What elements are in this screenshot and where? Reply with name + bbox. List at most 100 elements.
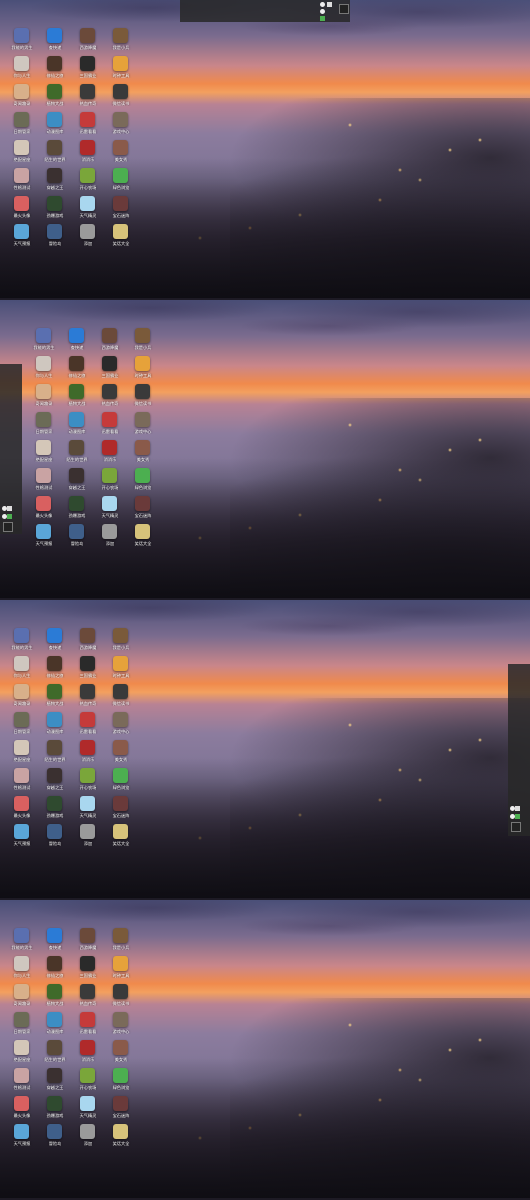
app-icon[interactable]: 绝配星座 bbox=[8, 1040, 36, 1068]
app-icon[interactable]: 陌生的世界 bbox=[41, 740, 69, 768]
app-icon[interactable]: 我是小兵 bbox=[107, 628, 135, 656]
app-icon[interactable]: 游戏中心 bbox=[107, 712, 135, 740]
app-icon[interactable]: 迅雷看看 bbox=[74, 712, 102, 740]
app-icon[interactable]: 开心农场 bbox=[74, 1068, 102, 1096]
launcher-dock[interactable] bbox=[0, 364, 22, 534]
app-icon[interactable]: 天气精灵 bbox=[74, 796, 102, 824]
app-icon[interactable]: 查快递 bbox=[63, 328, 91, 356]
app-icon[interactable]: 美女秀 bbox=[107, 1040, 135, 1068]
page-indicator[interactable] bbox=[320, 16, 325, 23]
app-icon[interactable]: 最火头像 bbox=[8, 196, 36, 224]
app-icon[interactable]: 添加 bbox=[74, 224, 102, 252]
app-icon[interactable]: 天气精灵 bbox=[96, 496, 124, 524]
app-icon[interactable]: 我是小兵 bbox=[129, 328, 157, 356]
app-icon[interactable]: 笑话大全 bbox=[107, 1124, 135, 1152]
cube-icon[interactable] bbox=[511, 822, 521, 832]
app-icon[interactable]: 修仙之旅 bbox=[63, 356, 91, 384]
app-icon[interactable]: 游戏中心 bbox=[107, 1012, 135, 1040]
app-icon[interactable]: 奇闻趣录 bbox=[8, 684, 36, 712]
launcher-dock[interactable] bbox=[508, 664, 530, 836]
app-icon[interactable]: 天气预报 bbox=[8, 1124, 36, 1152]
app-icon[interactable]: 微信读书 bbox=[107, 684, 135, 712]
app-icon[interactable]: 宝石迷阵 bbox=[129, 496, 157, 524]
app-icon[interactable]: 天气预报 bbox=[8, 824, 36, 852]
grid-icon[interactable] bbox=[7, 506, 12, 511]
app-icon[interactable]: 消消乐 bbox=[74, 740, 102, 768]
app-icon[interactable]: 西游降魔 bbox=[74, 928, 102, 956]
app-icon[interactable]: 我能的男生 bbox=[8, 628, 36, 656]
launcher-dock[interactable] bbox=[180, 0, 350, 22]
settings-icon[interactable] bbox=[320, 2, 325, 7]
app-icon[interactable]: 微信读书 bbox=[107, 84, 135, 112]
app-icon[interactable]: 笑话大全 bbox=[107, 224, 135, 252]
app-icon[interactable]: 天气预报 bbox=[30, 524, 58, 552]
cube-icon[interactable] bbox=[339, 4, 349, 14]
app-icon[interactable]: 冒险岛 bbox=[41, 824, 69, 852]
app-icon[interactable]: 修仙之旅 bbox=[41, 56, 69, 84]
app-icon[interactable]: 绿色浏览 bbox=[129, 468, 157, 496]
app-icon[interactable]: 日期管家 bbox=[30, 412, 58, 440]
app-icon[interactable]: 你与人生 bbox=[8, 56, 36, 84]
app-icon[interactable]: 性格测试 bbox=[30, 468, 58, 496]
app-icon[interactable]: 陌生的世界 bbox=[41, 1040, 69, 1068]
app-icon[interactable]: 迅雷看看 bbox=[74, 112, 102, 140]
app-icon[interactable]: 修仙之旅 bbox=[41, 656, 69, 684]
app-icon[interactable]: 时钟工具 bbox=[107, 56, 135, 84]
app-icon[interactable]: 我是小兵 bbox=[107, 28, 135, 56]
app-icon[interactable]: 开心农场 bbox=[96, 468, 124, 496]
app-icon[interactable]: 游戏中心 bbox=[129, 412, 157, 440]
app-icon[interactable]: 劲爆游戏 bbox=[41, 796, 69, 824]
app-icon[interactable]: 查快递 bbox=[41, 28, 69, 56]
app-icon[interactable]: 奇闻趣录 bbox=[30, 384, 58, 412]
app-icon[interactable]: 西游降魔 bbox=[96, 328, 124, 356]
app-icon[interactable]: 宝石迷阵 bbox=[107, 796, 135, 824]
app-icon[interactable]: 冒险岛 bbox=[63, 524, 91, 552]
app-icon[interactable]: 天气精灵 bbox=[74, 1096, 102, 1124]
app-icon[interactable]: 微信读书 bbox=[129, 384, 157, 412]
search-icon[interactable] bbox=[320, 9, 325, 14]
app-icon[interactable]: 性格测试 bbox=[8, 168, 36, 196]
app-icon[interactable]: 劲爆游戏 bbox=[41, 196, 69, 224]
app-icon[interactable]: 植物大战 bbox=[63, 384, 91, 412]
app-icon[interactable]: 穿越之王 bbox=[41, 168, 69, 196]
app-icon[interactable]: 绿色浏览 bbox=[107, 1068, 135, 1096]
app-icon[interactable]: 穿越之王 bbox=[41, 1068, 69, 1096]
app-icon[interactable]: 热血传奇 bbox=[74, 684, 102, 712]
grid-icon[interactable] bbox=[326, 2, 332, 7]
app-icon[interactable]: 奇闻趣录 bbox=[8, 984, 36, 1012]
app-icon[interactable]: 美女秀 bbox=[107, 140, 135, 168]
app-icon[interactable]: 绝配星座 bbox=[8, 140, 36, 168]
app-icon[interactable]: 消消乐 bbox=[74, 140, 102, 168]
app-icon[interactable]: 性格测试 bbox=[8, 768, 36, 796]
app-icon[interactable]: 宝石迷阵 bbox=[107, 1096, 135, 1124]
app-icon[interactable]: 查快递 bbox=[41, 928, 69, 956]
app-icon[interactable]: 绝配星座 bbox=[8, 740, 36, 768]
app-icon[interactable]: 最火头像 bbox=[8, 796, 36, 824]
app-icon[interactable]: 你与人生 bbox=[8, 956, 36, 984]
app-icon[interactable]: 动漫图库 bbox=[63, 412, 91, 440]
app-icon[interactable]: 日期管家 bbox=[8, 1012, 36, 1040]
app-icon[interactable]: 消消乐 bbox=[74, 1040, 102, 1068]
app-icon[interactable]: 植物大战 bbox=[41, 984, 69, 1012]
app-icon[interactable]: 绿色浏览 bbox=[107, 168, 135, 196]
app-icon[interactable]: 我能的男生 bbox=[30, 328, 58, 356]
app-icon[interactable]: 笑话大全 bbox=[129, 524, 157, 552]
app-icon[interactable]: 热血传奇 bbox=[74, 984, 102, 1012]
app-icon[interactable]: 你与人生 bbox=[8, 656, 36, 684]
app-icon[interactable]: 游戏中心 bbox=[107, 112, 135, 140]
app-icon[interactable]: 查快递 bbox=[41, 628, 69, 656]
app-icon[interactable]: 微信读书 bbox=[107, 984, 135, 1012]
app-icon[interactable]: 陌生的世界 bbox=[41, 140, 69, 168]
app-icon[interactable]: 三国霸业 bbox=[96, 356, 124, 384]
app-icon[interactable]: 奇闻趣录 bbox=[8, 84, 36, 112]
app-icon[interactable]: 植物大战 bbox=[41, 684, 69, 712]
app-icon[interactable]: 植物大战 bbox=[41, 84, 69, 112]
app-icon[interactable]: 消消乐 bbox=[96, 440, 124, 468]
app-icon[interactable]: 西游降魔 bbox=[74, 28, 102, 56]
app-icon[interactable]: 日期管家 bbox=[8, 112, 36, 140]
app-icon[interactable]: 我是小兵 bbox=[107, 928, 135, 956]
app-icon[interactable]: 添加 bbox=[74, 1124, 102, 1152]
app-icon[interactable]: 开心农场 bbox=[74, 168, 102, 196]
app-icon[interactable]: 动漫图库 bbox=[41, 112, 69, 140]
app-icon[interactable]: 天气精灵 bbox=[74, 196, 102, 224]
